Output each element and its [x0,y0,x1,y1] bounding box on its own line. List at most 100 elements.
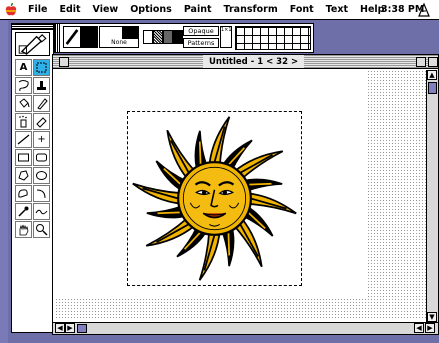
menu-font[interactable]: Font [284,0,320,20]
eyedropper-tool[interactable] [15,203,32,220]
menu-options[interactable]: Options [124,0,178,20]
curve-icon [35,209,48,215]
opaque-button[interactable]: Opaque [183,26,219,36]
close-box[interactable] [59,57,69,67]
sun-ray [208,116,231,167]
desktop-strip [0,20,8,343]
text-tool-glyph: A [19,61,28,73]
sun-ray [246,192,297,215]
document-title-bar[interactable]: Untitled - 1 < 32 > [53,55,438,69]
line-width-icon [65,29,79,45]
scroll-left-arrow[interactable]: ◀ [55,323,65,333]
rectangle-icon [18,153,29,162]
polygon-tool[interactable] [15,167,32,184]
menu-text[interactable]: Text [320,0,354,20]
vertical-scrollbar[interactable]: ▲ ▼ [426,70,438,322]
zoom-box[interactable] [416,57,426,67]
line-width-selector[interactable] [63,26,81,48]
fill-color-swatch[interactable]: None [99,26,139,48]
menu-bar: File Edit View Options Paint Transform F… [0,0,439,20]
stamp-tool[interactable] [33,77,50,94]
menu-view[interactable]: View [87,0,125,20]
canvas-offpage-bottom [55,298,426,318]
pattern-white[interactable] [143,30,153,44]
zoom-tool[interactable] [33,221,50,238]
menu-edit[interactable]: Edit [53,0,86,20]
pencil-eraser-tool[interactable] [15,32,50,56]
eraser-tool[interactable] [33,113,50,130]
sun-ray-stripe [227,232,231,256]
arc-icon [36,189,46,199]
drawing-canvas[interactable] [55,70,426,318]
rounded-rect-tool[interactable] [33,149,50,166]
sun-ray-stripe [157,211,181,215]
hand-tool[interactable] [15,221,32,238]
spray-tool[interactable] [15,113,32,130]
scale-selector[interactable]: 1×1 [220,26,232,48]
sun-ray-stripe [198,141,202,165]
pencil-icon [37,98,48,110]
document-window: Untitled - 1 < 32 > ▲ ▼ ◀ ▶ ◀ ▶ [52,54,439,335]
scroll-right-arrow-left[interactable]: ▶ [65,323,75,333]
selection-marquee[interactable] [127,111,302,286]
tool-palette: A + [11,23,54,333]
arc-tool[interactable] [33,185,50,202]
horizontal-scrollbar[interactable]: ◀ ▶ ◀ ▶ [53,322,438,334]
eyedropper-icon [18,206,29,217]
horizontal-scroll-thumb[interactable] [77,324,87,333]
sun-ray [132,182,183,205]
document-title: Untitled - 1 < 32 > [203,55,305,68]
sun-face-image [132,116,297,281]
oval-tool[interactable] [33,167,50,184]
hand-icon [19,224,29,236]
spraycan-icon [19,115,27,128]
sun-ray-stripe [248,182,272,186]
curve-tool[interactable] [33,203,50,220]
settings-palette: None Opaque Patterns 1×1 [54,23,314,53]
menu-transform[interactable]: Transform [218,0,284,20]
apple-menu-icon[interactable] [0,0,22,20]
scroll-down-arrow[interactable]: ▼ [427,312,437,322]
menu-paint[interactable]: Paint [178,0,218,20]
fill-none-label: None [111,39,127,46]
menu-file[interactable]: File [22,0,53,20]
line-icon [17,134,30,145]
lasso-tool[interactable] [15,77,32,94]
pattern-gray[interactable] [163,30,173,44]
bucket-tool[interactable] [15,95,32,112]
freeform-tool[interactable] [15,185,32,202]
magnifier-icon [36,224,48,236]
paint-bucket-icon [19,98,30,108]
pencil-tool-icon [18,34,47,55]
crosshair-glyph: + [37,133,46,145]
fill-color-preview [122,27,138,39]
patterns-button[interactable]: Patterns [183,38,219,48]
tool-palette-drag-bar[interactable] [12,24,53,30]
pencil-tool[interactable] [33,95,50,112]
oval-icon [36,171,47,180]
brush-shape-grid[interactable] [235,26,311,50]
canvas-offpage-right [367,70,426,318]
scroll-up-arrow[interactable]: ▲ [427,70,437,80]
text-tool[interactable]: A [15,59,32,76]
eraser-icon [36,117,47,128]
lasso-icon [18,80,29,92]
rounded-rectangle-icon [36,153,47,162]
sun-ray [198,230,221,281]
scroll-right-arrow[interactable]: ▶ [425,323,435,333]
line-tool[interactable] [15,131,32,148]
selection-tool[interactable] [33,59,50,76]
collapse-box[interactable] [428,57,438,67]
application-menu-icon[interactable] [416,2,432,18]
pattern-dots[interactable] [153,30,163,44]
crosshair-tool[interactable]: + [33,131,50,148]
vertical-scroll-thumb[interactable] [428,82,437,94]
foreground-color-swatch[interactable] [81,26,98,48]
pattern-black[interactable] [173,30,183,44]
polygon-icon [18,170,29,181]
settings-palette-drag-bar[interactable] [55,24,60,52]
scale-label: 1×1 [221,27,232,33]
marquee-icon [36,62,47,73]
rectangle-tool[interactable] [15,149,32,166]
scroll-left-arrow-right[interactable]: ◀ [414,323,424,333]
